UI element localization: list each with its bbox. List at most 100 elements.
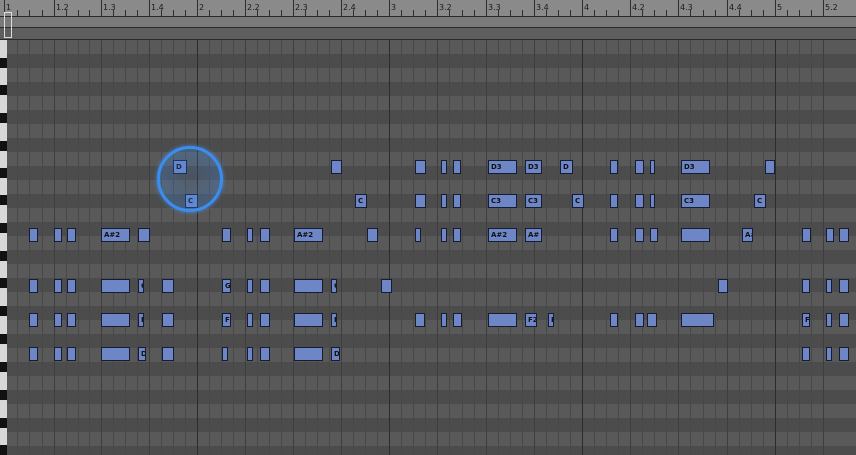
midi-note[interactable]: D3 xyxy=(681,160,710,174)
midi-note[interactable] xyxy=(441,194,447,208)
black-key[interactable] xyxy=(0,113,7,123)
midi-note[interactable] xyxy=(802,279,810,293)
midi-note[interactable] xyxy=(247,279,253,293)
midi-note[interactable] xyxy=(826,228,834,242)
midi-note[interactable]: A#2 xyxy=(742,228,753,242)
midi-note[interactable]: C xyxy=(185,194,198,208)
midi-note[interactable] xyxy=(802,228,811,242)
midi-note[interactable]: C3 xyxy=(488,194,517,208)
midi-note[interactable] xyxy=(367,228,378,242)
midi-note[interactable] xyxy=(29,228,38,242)
midi-note[interactable]: A# xyxy=(525,228,542,242)
midi-note[interactable]: F2 xyxy=(525,313,537,327)
midi-note[interactable] xyxy=(826,347,832,361)
midi-note[interactable] xyxy=(453,160,461,174)
midi-note[interactable] xyxy=(635,194,644,208)
midi-note[interactable]: D#2 xyxy=(138,347,146,361)
black-key[interactable] xyxy=(0,418,7,428)
midi-note[interactable] xyxy=(681,313,714,327)
black-key[interactable] xyxy=(0,85,7,95)
midi-note[interactable] xyxy=(826,279,832,293)
midi-note[interactable] xyxy=(67,228,76,242)
midi-note[interactable] xyxy=(247,313,253,327)
midi-note[interactable] xyxy=(260,347,270,361)
midi-note[interactable] xyxy=(67,313,76,327)
midi-note[interactable] xyxy=(839,279,849,293)
midi-note[interactable] xyxy=(222,228,231,242)
midi-note[interactable]: D#2 xyxy=(331,347,340,361)
midi-note[interactable]: C3 xyxy=(681,194,710,208)
black-key[interactable] xyxy=(0,195,7,205)
midi-note[interactable] xyxy=(247,347,253,361)
midi-note[interactable] xyxy=(826,313,832,327)
midi-note[interactable] xyxy=(222,347,228,361)
midi-note[interactable] xyxy=(635,160,644,174)
midi-note[interactable] xyxy=(162,347,174,361)
midi-note[interactable]: A#2 xyxy=(488,228,517,242)
midi-note[interactable] xyxy=(610,228,618,242)
midi-note[interactable]: D3 xyxy=(525,160,542,174)
midi-note[interactable] xyxy=(610,160,618,174)
midi-note[interactable]: F xyxy=(222,313,231,327)
midi-note[interactable] xyxy=(453,313,462,327)
midi-note[interactable]: A#2 xyxy=(294,228,323,242)
midi-note[interactable]: F2 xyxy=(802,313,810,327)
piano-keyboard[interactable] xyxy=(0,40,7,455)
midi-note[interactable] xyxy=(441,228,447,242)
midi-note[interactable] xyxy=(488,313,517,327)
midi-note[interactable] xyxy=(453,228,461,242)
midi-note[interactable] xyxy=(718,279,728,293)
midi-note[interactable]: G xyxy=(222,279,231,293)
midi-note[interactable] xyxy=(635,313,644,327)
midi-note[interactable] xyxy=(802,347,810,361)
midi-note[interactable] xyxy=(247,228,253,242)
black-key[interactable] xyxy=(0,334,7,344)
midi-note[interactable] xyxy=(415,313,425,327)
midi-note[interactable] xyxy=(294,313,323,327)
note-grid[interactable]: D D3 D3 D D3 C C C3 C3 C C3 C A#2 A#2 A#2 A# A#2 G2 G G2 F2 F… xyxy=(7,40,856,455)
midi-note[interactable] xyxy=(415,194,426,208)
midi-note[interactable] xyxy=(453,194,461,208)
midi-note[interactable] xyxy=(101,279,130,293)
midi-note[interactable] xyxy=(260,279,270,293)
midi-note[interactable] xyxy=(67,347,76,361)
clip-start-marker[interactable] xyxy=(4,12,12,38)
black-key[interactable] xyxy=(0,223,7,233)
midi-note[interactable]: D3 xyxy=(488,160,517,174)
midi-note[interactable]: C xyxy=(572,194,584,208)
loop-strip[interactable] xyxy=(0,28,856,40)
midi-note[interactable] xyxy=(331,160,342,174)
black-key[interactable] xyxy=(0,306,7,316)
midi-note[interactable] xyxy=(294,279,323,293)
midi-note[interactable] xyxy=(765,160,775,174)
midi-note[interactable] xyxy=(839,347,849,361)
midi-note[interactable] xyxy=(138,228,150,242)
black-key[interactable] xyxy=(0,168,7,178)
midi-note[interactable] xyxy=(441,160,447,174)
midi-note[interactable] xyxy=(610,194,618,208)
midi-note[interactable] xyxy=(415,160,426,174)
midi-note[interactable] xyxy=(294,347,323,361)
midi-note[interactable] xyxy=(54,279,62,293)
midi-note[interactable]: F xyxy=(548,313,554,327)
midi-note[interactable] xyxy=(260,228,270,242)
midi-note[interactable] xyxy=(647,313,657,327)
midi-note[interactable] xyxy=(650,160,655,174)
midi-note[interactable] xyxy=(54,228,62,242)
midi-note[interactable] xyxy=(381,279,392,293)
midi-note[interactable]: C xyxy=(754,194,766,208)
midi-note[interactable]: C xyxy=(355,194,367,208)
midi-note[interactable] xyxy=(101,347,130,361)
black-key[interactable] xyxy=(0,390,7,400)
midi-note[interactable] xyxy=(260,313,270,327)
midi-note[interactable] xyxy=(681,228,710,242)
midi-note[interactable] xyxy=(54,313,62,327)
midi-note[interactable] xyxy=(839,228,849,242)
midi-note[interactable] xyxy=(839,313,849,327)
midi-note[interactable] xyxy=(650,194,655,208)
black-key[interactable] xyxy=(0,445,7,455)
midi-note[interactable] xyxy=(101,313,130,327)
midi-note[interactable]: C3 xyxy=(525,194,542,208)
midi-note[interactable]: F2 xyxy=(138,313,144,327)
beat-ruler[interactable] xyxy=(0,17,856,28)
